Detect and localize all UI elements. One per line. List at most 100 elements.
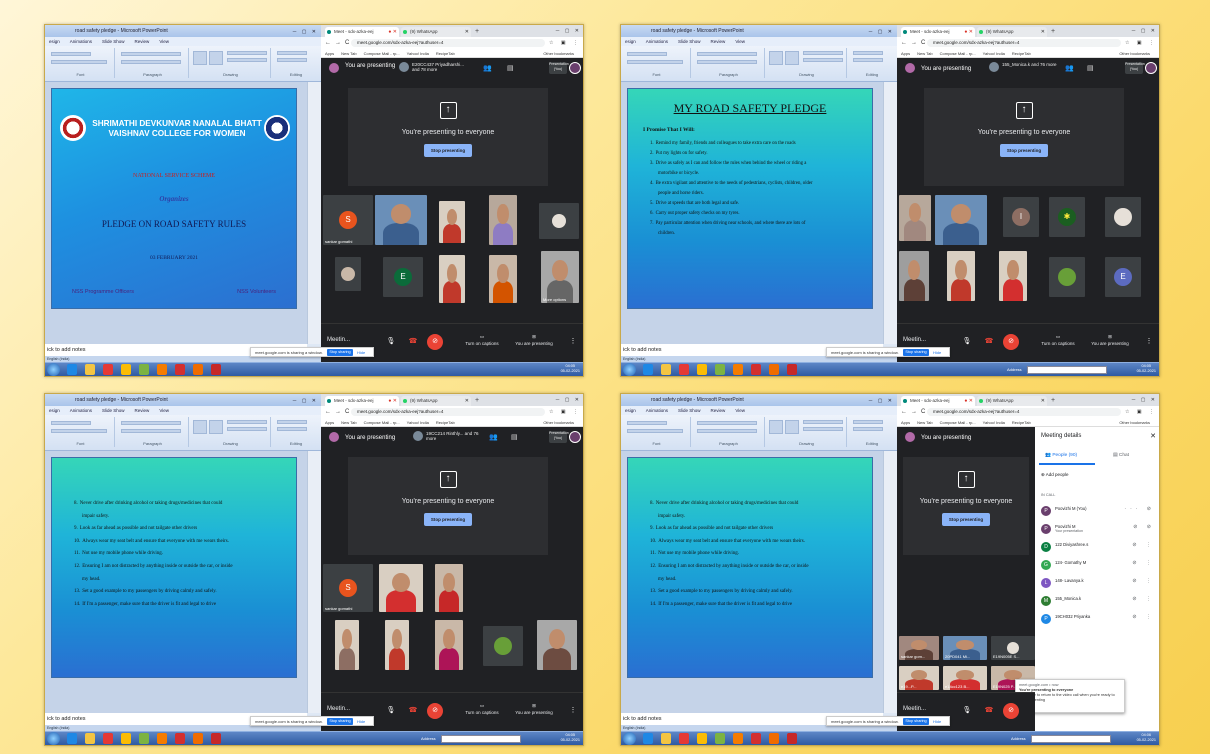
new-tab-button[interactable]: + [1051, 396, 1055, 406]
bookmark-apps[interactable]: Apps [901, 420, 910, 425]
menu-design[interactable]: esign [625, 408, 636, 413]
bookmark-apps[interactable]: Apps [901, 51, 910, 56]
camera-off-icon[interactable]: ⊘ [1003, 334, 1019, 350]
chrome-task-icon[interactable] [697, 364, 707, 375]
app-icon[interactable] [715, 364, 725, 375]
menu-view[interactable]: View [159, 408, 169, 413]
hide-button[interactable]: Hide [933, 717, 941, 727]
menu-review[interactable]: Review [711, 408, 726, 413]
hide-button[interactable]: Hide [357, 717, 365, 727]
tab-whatsapp[interactable]: (9) WhatsApp ✕ [977, 396, 1047, 406]
media-icon[interactable] [103, 733, 113, 744]
extension-icons[interactable]: ☆ ▣ ⋮ [1125, 37, 1157, 49]
menu-view[interactable]: View [735, 39, 745, 44]
tile-video[interactable] [899, 195, 931, 241]
tile-s[interactable]: Ssankar gomathi [323, 564, 373, 612]
tile-video[interactable] [935, 195, 987, 245]
title-slide[interactable]: SHRIMATHI DEVKUNVAR NANALAL BHATT VAISHN… [51, 88, 297, 309]
people-icon[interactable]: 👥 [489, 433, 498, 441]
menu-design[interactable]: esign [49, 408, 60, 413]
nav-buttons[interactable]: ←→C [901, 406, 929, 418]
nav-buttons[interactable]: ←→C [901, 37, 929, 49]
self-avatar[interactable] [1145, 62, 1157, 74]
ppt-task-icon[interactable] [787, 733, 797, 744]
bookmark-mail[interactable]: Compose Mail - rp... [364, 51, 400, 56]
ppt-scrollbar[interactable] [307, 451, 321, 713]
captions-button[interactable]: ▭ Turn on captions [457, 702, 507, 716]
stop-sharing-button[interactable]: Stop sharing [903, 349, 929, 356]
mic-icon[interactable]: 🎙 [959, 334, 975, 350]
pledge-slide-2[interactable]: 8. Never drive after drinking alcohol or … [51, 457, 297, 678]
tile-video[interactable] [375, 195, 427, 245]
hide-button[interactable]: Hide [357, 348, 365, 358]
app-icon[interactable] [139, 364, 149, 375]
extension-icons[interactable]: ☆ ▣ ⋮ [1125, 406, 1157, 418]
tile-e[interactable]: E [383, 257, 423, 297]
mic-icon[interactable]: 🎙 [383, 703, 399, 719]
opera-icon[interactable] [751, 733, 761, 744]
pledge-slide-2[interactable]: 8. Never drive after drinking alcohol or … [627, 457, 873, 678]
ie-icon[interactable] [67, 733, 77, 744]
other-bookmarks[interactable]: Other bookmarks [543, 418, 574, 427]
bookmark-yahoo[interactable]: Yahoo! India [983, 51, 1005, 56]
tile-avatar[interactable] [1049, 257, 1085, 297]
pinned-participants[interactable]: E20CC437 Priyadharshi... and 78 more [399, 62, 471, 72]
extension-icons[interactable]: ☆ ▣ ⋮ [549, 37, 581, 49]
bookmark-mail[interactable]: Compose Mail - rp... [940, 51, 976, 56]
vlc-icon[interactable] [733, 364, 743, 375]
media-icon[interactable] [103, 364, 113, 375]
window-controls[interactable]: ─ ▢ ✕ [869, 26, 894, 38]
new-tab-button[interactable]: + [1051, 27, 1055, 37]
tile-video[interactable] [489, 255, 517, 303]
participant-row[interactable]: G 124- Gomathy M ⊘ ⋮ [1041, 559, 1157, 573]
url-field[interactable]: meet.google.com/sdx-azka-eej?authuser=4 [351, 408, 545, 416]
other-bookmarks[interactable]: Other bookmarks [543, 49, 574, 58]
url-field[interactable]: meet.google.com/sdx-azka-eej?authuser=4 [927, 39, 1121, 47]
captions-button[interactable]: ▭ Turn on captions [457, 333, 507, 347]
chrome-window-controls[interactable]: ─ ▢ ✕ [556, 394, 581, 406]
presentation-tile[interactable]: Presentation (You) [549, 62, 569, 74]
start-icon[interactable] [47, 732, 60, 745]
bookmark-recipe[interactable]: RecipeTab [1012, 420, 1031, 425]
stop-sharing-button[interactable]: Stop sharing [327, 349, 353, 356]
stop-presenting-button[interactable]: Stop presenting [424, 513, 472, 526]
mic-icon[interactable]: 🎙 [383, 334, 399, 350]
bookmark-newtab[interactable]: New Tab [917, 51, 933, 56]
hide-button[interactable]: Hide [933, 348, 941, 358]
tile-video[interactable] [439, 255, 465, 303]
more-icon[interactable]: ⋮ [1141, 334, 1157, 350]
bookmark-apps[interactable]: Apps [325, 420, 334, 425]
self-avatar[interactable] [569, 431, 581, 443]
bookmark-recipe[interactable]: RecipeTab [1012, 51, 1031, 56]
tile-avatar[interactable]: E19N005E S... [991, 636, 1035, 660]
captions-button[interactable]: ▭ Turn on captions [1033, 333, 1083, 347]
tile-video[interactable] [335, 257, 361, 291]
tile-avatar[interactable] [539, 203, 579, 239]
app-icon[interactable] [715, 733, 725, 744]
tab-whatsapp[interactable]: (9) WhatsApp ✕ [401, 396, 471, 406]
tile-video[interactable]: 20PD041 Mi... [943, 636, 987, 660]
tile-video[interactable] [947, 251, 975, 301]
bookmark-newtab[interactable]: New Tab [917, 420, 933, 425]
end-call-icon[interactable]: ☎ [981, 703, 997, 719]
tile-video[interactable] [385, 620, 409, 670]
tile-avatar[interactable] [483, 626, 523, 666]
people-icon[interactable]: 👥 [483, 64, 492, 72]
url-field[interactable]: meet.google.com/sdx-azka-eej?authuser=4 [927, 408, 1121, 416]
meeting-details-button[interactable]: Meetin... [903, 337, 926, 343]
other-bookmarks[interactable]: Other bookmarks [1119, 49, 1150, 58]
menu-review[interactable]: Review [711, 39, 726, 44]
chrome-task-icon[interactable] [121, 364, 131, 375]
chrome-task-icon[interactable] [121, 733, 131, 744]
explorer-icon[interactable] [661, 733, 671, 744]
ppt-scrollbar[interactable] [307, 82, 321, 344]
start-icon[interactable] [623, 732, 636, 745]
firefox-icon[interactable] [769, 364, 779, 375]
tab-people[interactable]: 👥 People (90) [1045, 453, 1077, 458]
media-icon[interactable] [679, 364, 689, 375]
tile-video[interactable] [335, 620, 359, 670]
ppt-scrollbar[interactable] [883, 451, 897, 713]
tab-chat[interactable]: ▤ Chat [1113, 453, 1129, 458]
ie-icon[interactable] [643, 364, 653, 375]
menu-slideshow[interactable]: Slide Show [102, 408, 125, 413]
